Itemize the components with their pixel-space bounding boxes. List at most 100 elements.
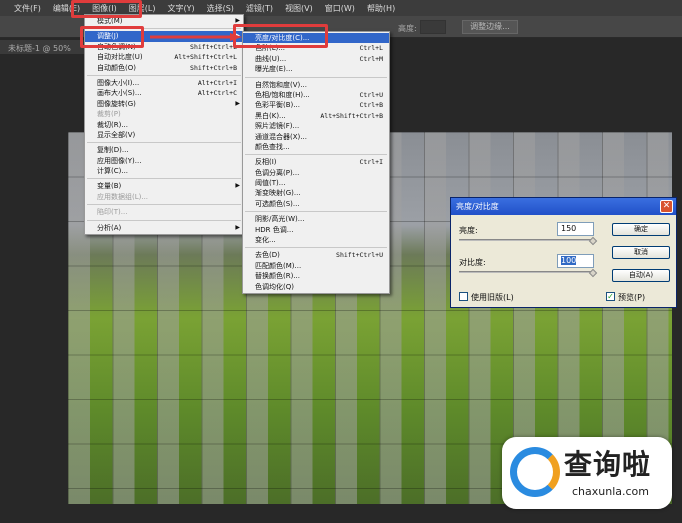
height-label: 高度: [398,24,417,33]
menu-item[interactable]: 颜色查找... [243,142,389,152]
menu-item-label: HDR 色调... [255,225,294,234]
contrast-label: 对比度: [459,258,486,267]
menu-item-shortcut: Ctrl+I [359,158,383,167]
menu-separator [245,247,387,249]
brightness-slider[interactable] [459,239,594,241]
menu-item-label: 变量(B) [97,182,122,191]
document-tab[interactable]: 未标题-1 @ 50% [0,40,90,54]
contrast-slider-thumb[interactable] [588,268,598,278]
menu-item-label: 自动颜色(O) [97,63,136,72]
menu-item[interactable]: 黑白(K)... Alt+Shift+Ctrl+B [243,111,389,121]
menu-item[interactable]: 变化... [243,235,389,245]
menu-item[interactable]: 可选颜色(S)... [243,199,389,209]
menu-item[interactable]: 应用数据组(L)... [85,192,243,202]
menu-8[interactable]: 窗口(W) [319,3,361,14]
menu-item[interactable]: 显示全部(V) [85,130,243,140]
contrast-value: 100 [561,256,577,265]
dialog-titlebar: 亮度/对比度 ✕ [451,198,676,215]
menu-item[interactable]: 色调均化(Q) [243,282,389,292]
menu-item-label: 裁切(R)... [97,120,129,129]
menu-item[interactable]: 替换颜色(R)... [243,271,389,281]
menu-separator [87,142,241,144]
menu-item-label: 计算(C)... [97,167,129,176]
menu-item-shortcut: Shift+Ctrl+U [336,251,383,260]
menu-item-label: 替换颜色(R)... [255,272,301,281]
menu-item[interactable]: 色相/饱和度(H)... Ctrl+U [243,90,389,100]
menu-item-label: 黑白(K)... [255,111,286,120]
contrast-slider[interactable] [459,271,594,273]
legacy-checkbox[interactable] [459,292,468,301]
cancel-button[interactable]: 取消 [612,246,670,259]
menu-item[interactable]: 色调分离(P)... [243,168,389,178]
submenu-arrow-icon: ▶ [235,223,240,231]
menu-separator [87,74,241,76]
brightness-input[interactable]: 150 [557,222,594,236]
menu-item[interactable]: 图像大小(I)... Alt+Ctrl+I [85,78,243,88]
contrast-input[interactable]: 100 [557,254,594,268]
menu-item-label: 自动对比度(U) [97,53,143,62]
height-input[interactable] [420,20,446,34]
watermark-text: 查询啦 [564,448,652,481]
menu-4[interactable]: 文字(Y) [161,3,200,14]
menu-item-label: 色彩平衡(B)... [255,101,300,110]
menu-item[interactable]: 变量(B) ▶ [85,181,243,191]
menu-separator [245,211,387,213]
menu-item[interactable]: HDR 色调... [243,225,389,235]
menu-item[interactable]: 裁切(R)... [85,120,243,130]
menu-item[interactable]: 自动颜色(O) Shift+Ctrl+B [85,63,243,73]
dialog-title: 亮度/对比度 [456,202,499,211]
menu-item[interactable]: 反相(I) Ctrl+I [243,157,389,167]
menu-item[interactable]: 通道混合器(X)... [243,132,389,142]
menu-item[interactable]: 去色(D) Shift+Ctrl+U [243,250,389,260]
submenu-arrow-icon: ▶ [235,182,240,190]
menu-item-shortcut: Alt+Ctrl+I [197,78,237,87]
menu-item[interactable]: 自动对比度(U) Alt+Shift+Ctrl+L [85,52,243,62]
menu-item[interactable]: 曝光度(E)... [243,64,389,74]
arrow-icon [150,33,242,41]
menu-item-label: 应用数据组(L)... [97,192,149,201]
menu-item[interactable]: 裁剪(P) [85,109,243,119]
auto-button[interactable]: 自动(A) [612,269,670,282]
menu-7[interactable]: 视图(V) [279,3,319,14]
menu-0[interactable]: 文件(F) [8,3,47,14]
brightness-slider-thumb[interactable] [588,236,598,246]
menu-item-label: 应用图像(Y)... [97,156,142,165]
menu-item[interactable]: 应用图像(Y)... [85,156,243,166]
menu-item[interactable]: 陷印(T)... [85,207,243,217]
menu-item[interactable]: 曲线(U)... Ctrl+M [243,54,389,64]
menu-item[interactable]: 色彩平衡(B)... Ctrl+B [243,100,389,110]
menu-item[interactable]: 匹配颜色(M)... [243,261,389,271]
brightness-label: 亮度: [459,226,478,235]
menu-separator [87,178,241,180]
close-icon[interactable]: ✕ [660,200,673,213]
menu-item[interactable]: 阈值(T)... [243,178,389,188]
menu-item-label: 图像大小(I)... [97,78,140,87]
menu-item[interactable]: 自然饱和度(V)... [243,80,389,90]
menu-item[interactable]: 渐变映射(G)... [243,188,389,198]
menu-item-label: 色调分离(P)... [255,168,300,177]
menu-item-label: 匹配颜色(M)... [255,261,302,270]
preview-checkbox[interactable]: ✓ [606,292,615,301]
menu-item-label: 反相(I) [255,158,277,167]
refine-edge-button[interactable]: 调整边缘... [462,20,518,34]
menu-item-label: 复制(D)... [97,146,129,155]
menu-item[interactable]: 阴影/高光(W)... [243,214,389,224]
menu-item[interactable]: 照片滤镜(F)... [243,121,389,131]
menu-separator [87,204,241,206]
menu-9[interactable]: 帮助(H) [361,3,401,14]
menu-separator [245,76,387,78]
menu-item-label: 分析(A) [97,223,122,232]
menu-6[interactable]: 滤镜(T) [240,3,279,14]
menu-5[interactable]: 选择(S) [201,3,240,14]
ok-button[interactable]: 确定 [612,223,670,236]
menu-item[interactable]: 图像旋转(G) ▶ [85,99,243,109]
menu-item[interactable]: 复制(D)... [85,145,243,155]
menu-item[interactable]: 计算(C)... [85,166,243,176]
menu-item[interactable]: 画布大小(S)... Alt+Ctrl+C [85,88,243,98]
menu-item-shortcut: Ctrl+M [359,54,383,63]
highlight-adjust [80,26,144,48]
menu-item-label: 自然饱和度(V)... [255,80,307,89]
menu-separator [245,154,387,156]
menu-item-label: 去色(D) [255,251,280,260]
menu-item[interactable]: 分析(A) ▶ [85,223,243,233]
